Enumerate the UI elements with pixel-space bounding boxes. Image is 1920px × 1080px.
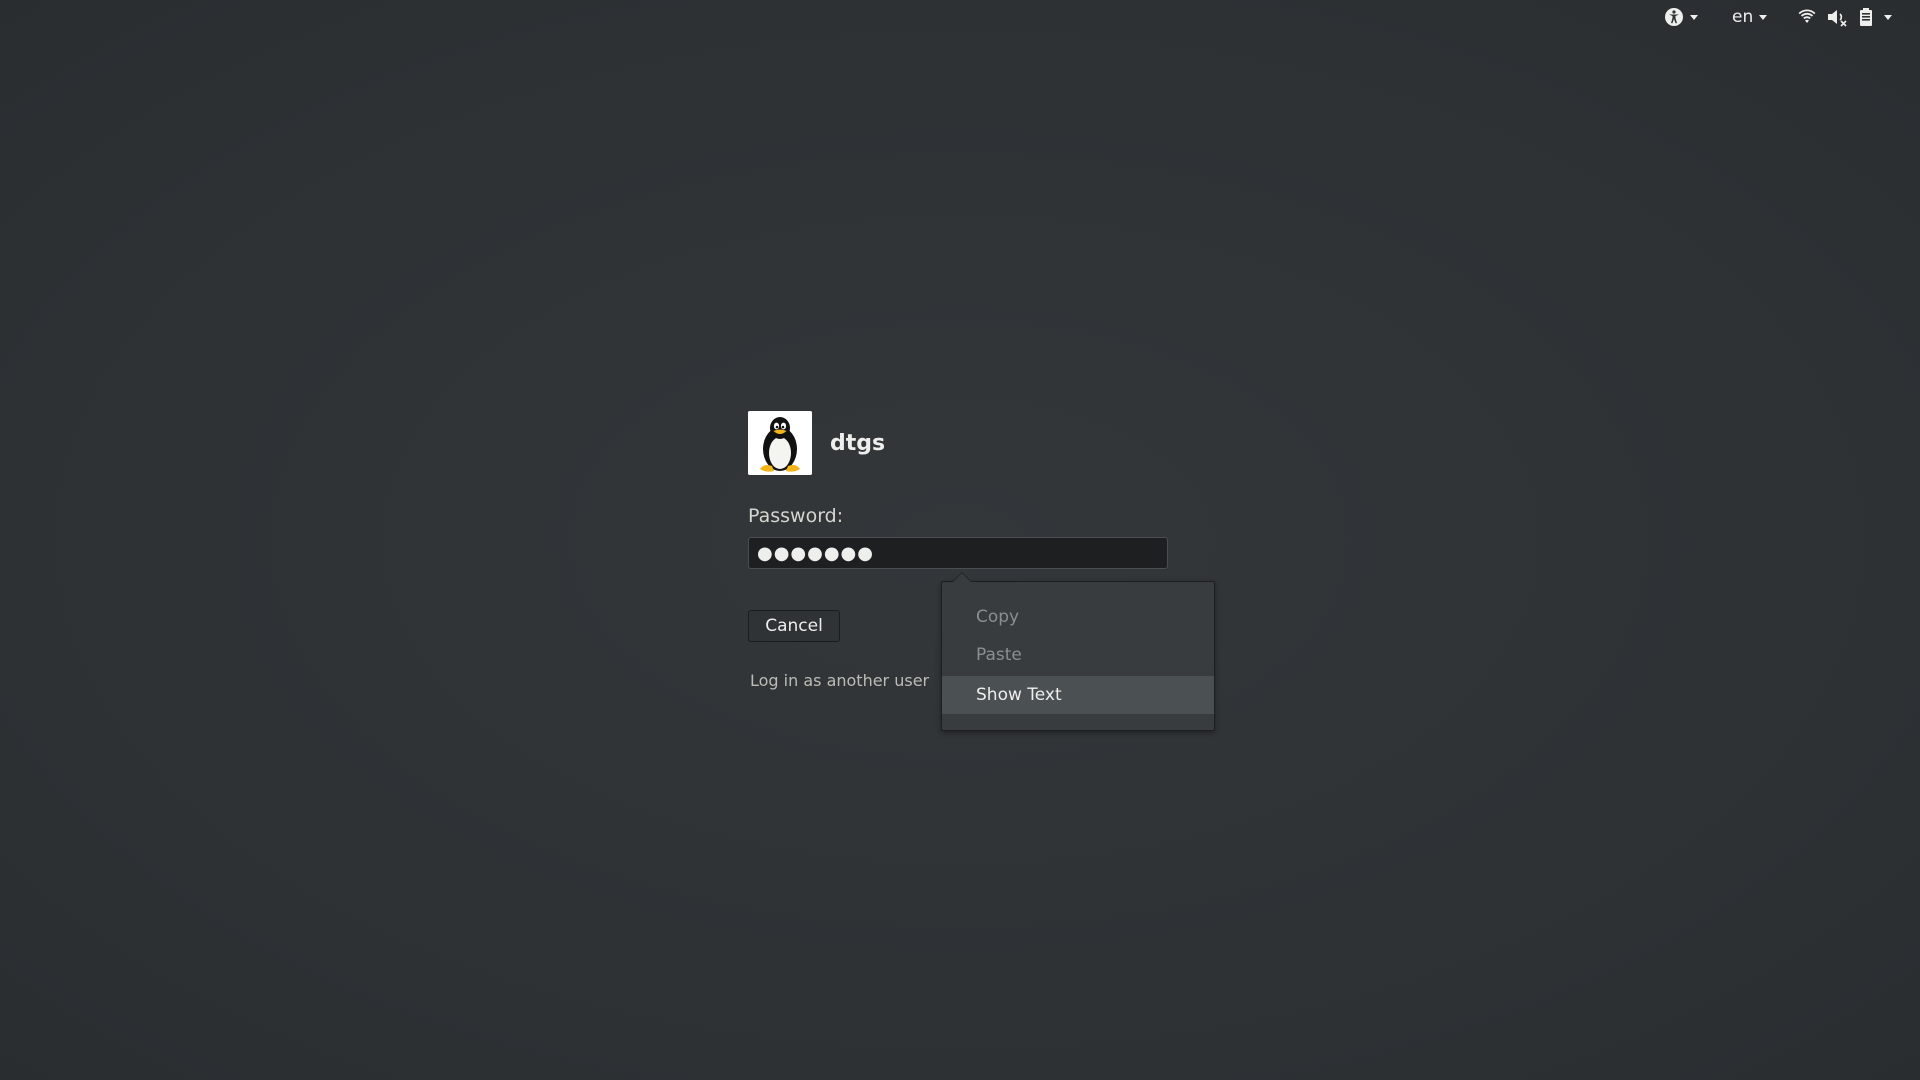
password-value: ●●●●●●● [757, 542, 874, 564]
accessibility-menu[interactable] [1664, 4, 1698, 30]
password-input[interactable]: ●●●●●●● [748, 537, 1168, 569]
username-label: dtgs [830, 430, 886, 456]
language-menu[interactable]: en [1732, 4, 1768, 30]
language-label: en [1732, 7, 1754, 27]
password-label: Password: [748, 505, 844, 527]
menu-item-show-text[interactable]: Show Text [942, 676, 1214, 714]
user-row: dtgs [748, 410, 1228, 476]
login-screen: en dtgs Password: ●●●●●●● Cancel Log in … [0, 0, 1920, 1080]
menu-item-paste[interactable]: Paste [942, 636, 1214, 674]
password-context-menu: Copy Paste Show Text [941, 572, 1215, 731]
login-dialog: dtgs Password: ●●●●●●● Cancel Log in as … [748, 410, 1228, 690]
wifi-icon [1798, 8, 1816, 26]
menu-item-copy[interactable]: Copy [942, 598, 1214, 636]
chevron-down-icon [1884, 14, 1892, 20]
volume-muted-icon [1826, 7, 1848, 27]
chevron-down-icon [1759, 14, 1768, 20]
top-bar: en [0, 0, 1920, 34]
battery-icon [1858, 7, 1874, 27]
chevron-down-icon [1690, 14, 1698, 20]
cancel-button[interactable]: Cancel [748, 610, 840, 642]
accessibility-icon [1664, 7, 1684, 27]
tux-penguin-avatar [748, 411, 812, 475]
system-status-menu[interactable] [1798, 4, 1892, 30]
log-in-as-another-user-link[interactable]: Log in as another user [750, 671, 929, 690]
